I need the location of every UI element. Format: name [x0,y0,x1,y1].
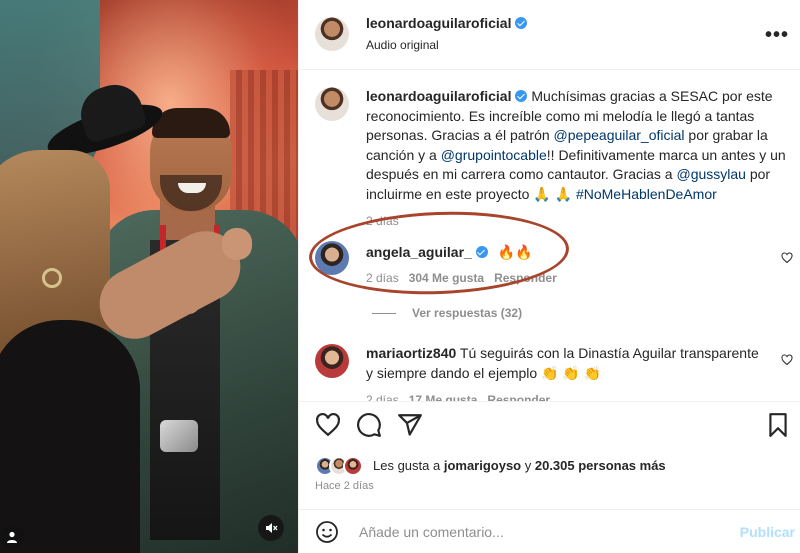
heart-icon[interactable] [315,412,341,438]
reply-button[interactable]: Responder [487,393,550,401]
woman-body [0,320,140,553]
earring [42,268,62,288]
mention-link[interactable]: @gussylau [676,166,745,182]
man-hair [152,108,230,138]
comment-meta: 2 días 17 Me gusta Responder [366,391,766,401]
heart-icon[interactable] [781,252,793,264]
author-username[interactable]: leonardoaguilaroficial [366,15,511,31]
view-replies-button[interactable]: Ver respuestas (32) [372,306,522,320]
likes-user[interactable]: jomarigoyso [444,458,521,473]
emoji-icon[interactable] [315,520,339,544]
post-media[interactable] [0,0,298,553]
likes-middle: y [521,458,535,473]
post-details-panel: leonardoaguilaroficial Audio original ••… [298,0,800,553]
comment-icon[interactable] [356,412,382,438]
verified-icon [515,90,528,102]
user-tag-icon[interactable] [0,525,24,549]
heart-icon[interactable] [781,354,793,366]
woman-hand [222,228,252,260]
caption-avatar[interactable] [315,87,349,121]
mention-link[interactable]: @grupointocable [441,147,547,163]
replies-divider [372,313,396,315]
comment-time: 2 días [366,393,399,401]
comment-avatar[interactable] [315,344,349,378]
mute-icon[interactable] [258,515,284,541]
hashtag-link[interactable]: #NoMeHablenDeAmor [576,186,717,202]
comment-username[interactable]: mariaortiz840 [366,345,456,361]
post-time: Hace 2 días [315,480,374,492]
mention-link[interactable]: @pepeaguilar_oficial [554,127,685,143]
share-icon[interactable] [397,412,423,438]
publish-button[interactable]: Publicar [740,524,795,540]
author-avatar[interactable] [315,17,349,51]
liker-avatar [343,456,363,476]
post-header: leonardoaguilaroficial Audio original ••… [299,0,800,70]
comment-row: mariaortiz840 Tú seguirás con la Dinastí… [366,344,766,401]
comment-input[interactable]: Añade un comentario... [359,524,504,540]
likes-count[interactable]: 20.305 personas más [535,458,666,473]
belt-buckle [160,420,198,452]
caption-username[interactable]: leonardoaguilaroficial [366,88,511,104]
likers-avatars [315,456,375,478]
bookmark-icon[interactable] [765,412,791,438]
action-bar: Les gusta a jomarigoyso y 20.305 persona… [299,401,800,525]
verified-icon [515,17,528,29]
caption: leonardoaguilaroficial Muchísimas gracia… [366,87,786,232]
comments-section: leonardoaguilaroficial Muchísimas gracia… [299,71,800,401]
audio-label[interactable]: Audio original [366,38,439,52]
add-comment-bar: Añade un comentario... Publicar [299,509,800,553]
likes-summary[interactable]: Les gusta a jomarigoyso y 20.305 persona… [373,458,666,473]
more-icon[interactable]: ••• [765,24,789,47]
comment-likes[interactable]: 17 Me gusta [409,393,478,401]
likes-prefix: Les gusta a [373,458,444,473]
author-name-row: leonardoaguilaroficial [366,15,528,33]
view-replies-label: Ver respuestas (32) [412,306,523,320]
